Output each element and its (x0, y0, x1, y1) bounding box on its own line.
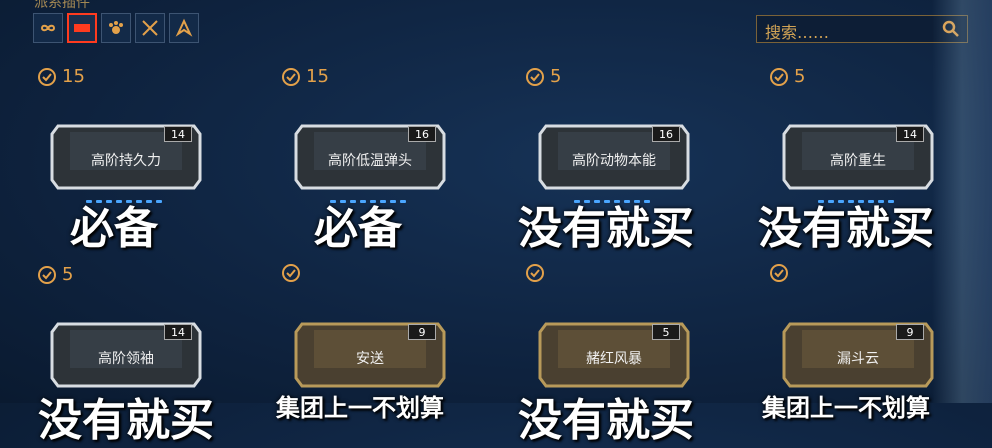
rank-badge: 9 (896, 324, 924, 340)
mod-cell: 15 16 高阶低温弹头 必备 (282, 66, 482, 266)
mod-cell: 5 赭红风暴 没有就买 (518, 264, 726, 446)
mod-card[interactable]: 5 赭红风暴 (538, 320, 690, 390)
rank-badge: 16 (408, 126, 436, 142)
filter-bar (33, 13, 199, 43)
rank-badge: 9 (408, 324, 436, 340)
mod-card[interactable]: 16 高阶低温弹头 (294, 122, 446, 192)
mod-name: 高阶持久力 (91, 153, 161, 169)
verdict-text: 必备 (314, 203, 402, 254)
rank-badge: 14 (164, 324, 192, 340)
mod-card[interactable]: 9 安送 (294, 320, 446, 390)
mod-card[interactable]: 14 高阶重生 (782, 122, 934, 192)
count-value: 5 (550, 66, 562, 87)
mod-name: 高阶动物本能 (572, 153, 656, 169)
search-placeholder: 搜索…… (765, 23, 830, 42)
owned-count (526, 264, 550, 282)
mod-cell: 5 14 高阶重生 没有就买 (758, 66, 970, 266)
mod-card[interactable]: 9 漏斗云 (782, 320, 934, 390)
rank-badge: 5 (652, 324, 680, 340)
check-icon (38, 67, 56, 86)
mod-name: 安送 (356, 351, 384, 367)
mod-card[interactable]: 14 高阶持久力 (50, 122, 202, 192)
wing-icon (175, 18, 193, 37)
verdict-text: 没有就买 (518, 203, 694, 254)
check-icon (770, 264, 788, 282)
count-value: 15 (62, 66, 85, 87)
owned-count: 5 (770, 66, 805, 87)
mod-name: 高阶领袖 (98, 351, 154, 367)
check-icon (38, 265, 56, 284)
paw-icon (109, 21, 123, 34)
owned-count: 15 (282, 66, 329, 87)
owned-count: 5 (38, 264, 73, 285)
infinity-icon (40, 24, 56, 32)
check-icon (526, 67, 544, 86)
verdict-text: 集团上一不划算 (762, 394, 930, 422)
verdict-text: 必备 (70, 203, 158, 254)
mod-name: 高阶重生 (830, 153, 886, 169)
mod-card[interactable]: 16 高阶动物本能 (538, 122, 690, 192)
mod-name: 高阶低温弹头 (328, 153, 412, 169)
filter-companion-button[interactable] (101, 13, 131, 43)
owned-count (282, 264, 306, 282)
owned-count: 5 (526, 66, 561, 87)
check-icon (282, 67, 300, 86)
filter-melee-button[interactable] (135, 13, 165, 43)
mod-cell: 9 漏斗云 集团上一不划算 (762, 264, 970, 422)
mod-name: 漏斗云 (837, 351, 879, 367)
owned-count: 15 (38, 66, 85, 87)
count-value: 5 (62, 264, 74, 285)
mod-cell: 9 安送 集团上一不划算 (276, 264, 482, 422)
crossed-swords-icon (142, 20, 158, 36)
verdict-text: 集团上一不划算 (276, 394, 444, 422)
check-icon (282, 264, 300, 282)
verdict-text: 没有就买 (758, 203, 934, 254)
mod-card[interactable]: 14 高阶领袖 (50, 320, 202, 390)
owned-count (770, 264, 794, 282)
rank-badge: 16 (652, 126, 680, 142)
warframe-mod-icon (74, 24, 90, 32)
mod-cell: 5 14 高阶领袖 没有就买 (38, 264, 238, 446)
mod-cell: 5 16 高阶动物本能 没有就买 (518, 66, 726, 266)
page-title: 派系插件 (34, 0, 90, 11)
mod-cell: 15 14 高阶持久力 必备 (38, 66, 238, 266)
verdict-text: 没有就买 (518, 395, 694, 446)
mod-name: 赭红风暴 (586, 351, 642, 367)
check-icon (770, 67, 788, 86)
count-value: 5 (794, 66, 806, 87)
rank-badge: 14 (896, 126, 924, 142)
check-icon (526, 264, 544, 282)
count-value: 15 (306, 66, 329, 87)
rank-badge: 14 (164, 126, 192, 142)
filter-archwing-button[interactable] (169, 13, 199, 43)
top-bar: 派系插件 搜索…… (0, 0, 992, 60)
verdict-text: 没有就买 (38, 395, 214, 446)
filter-all-button[interactable] (33, 13, 63, 43)
filter-warframe-button[interactable] (67, 13, 97, 43)
